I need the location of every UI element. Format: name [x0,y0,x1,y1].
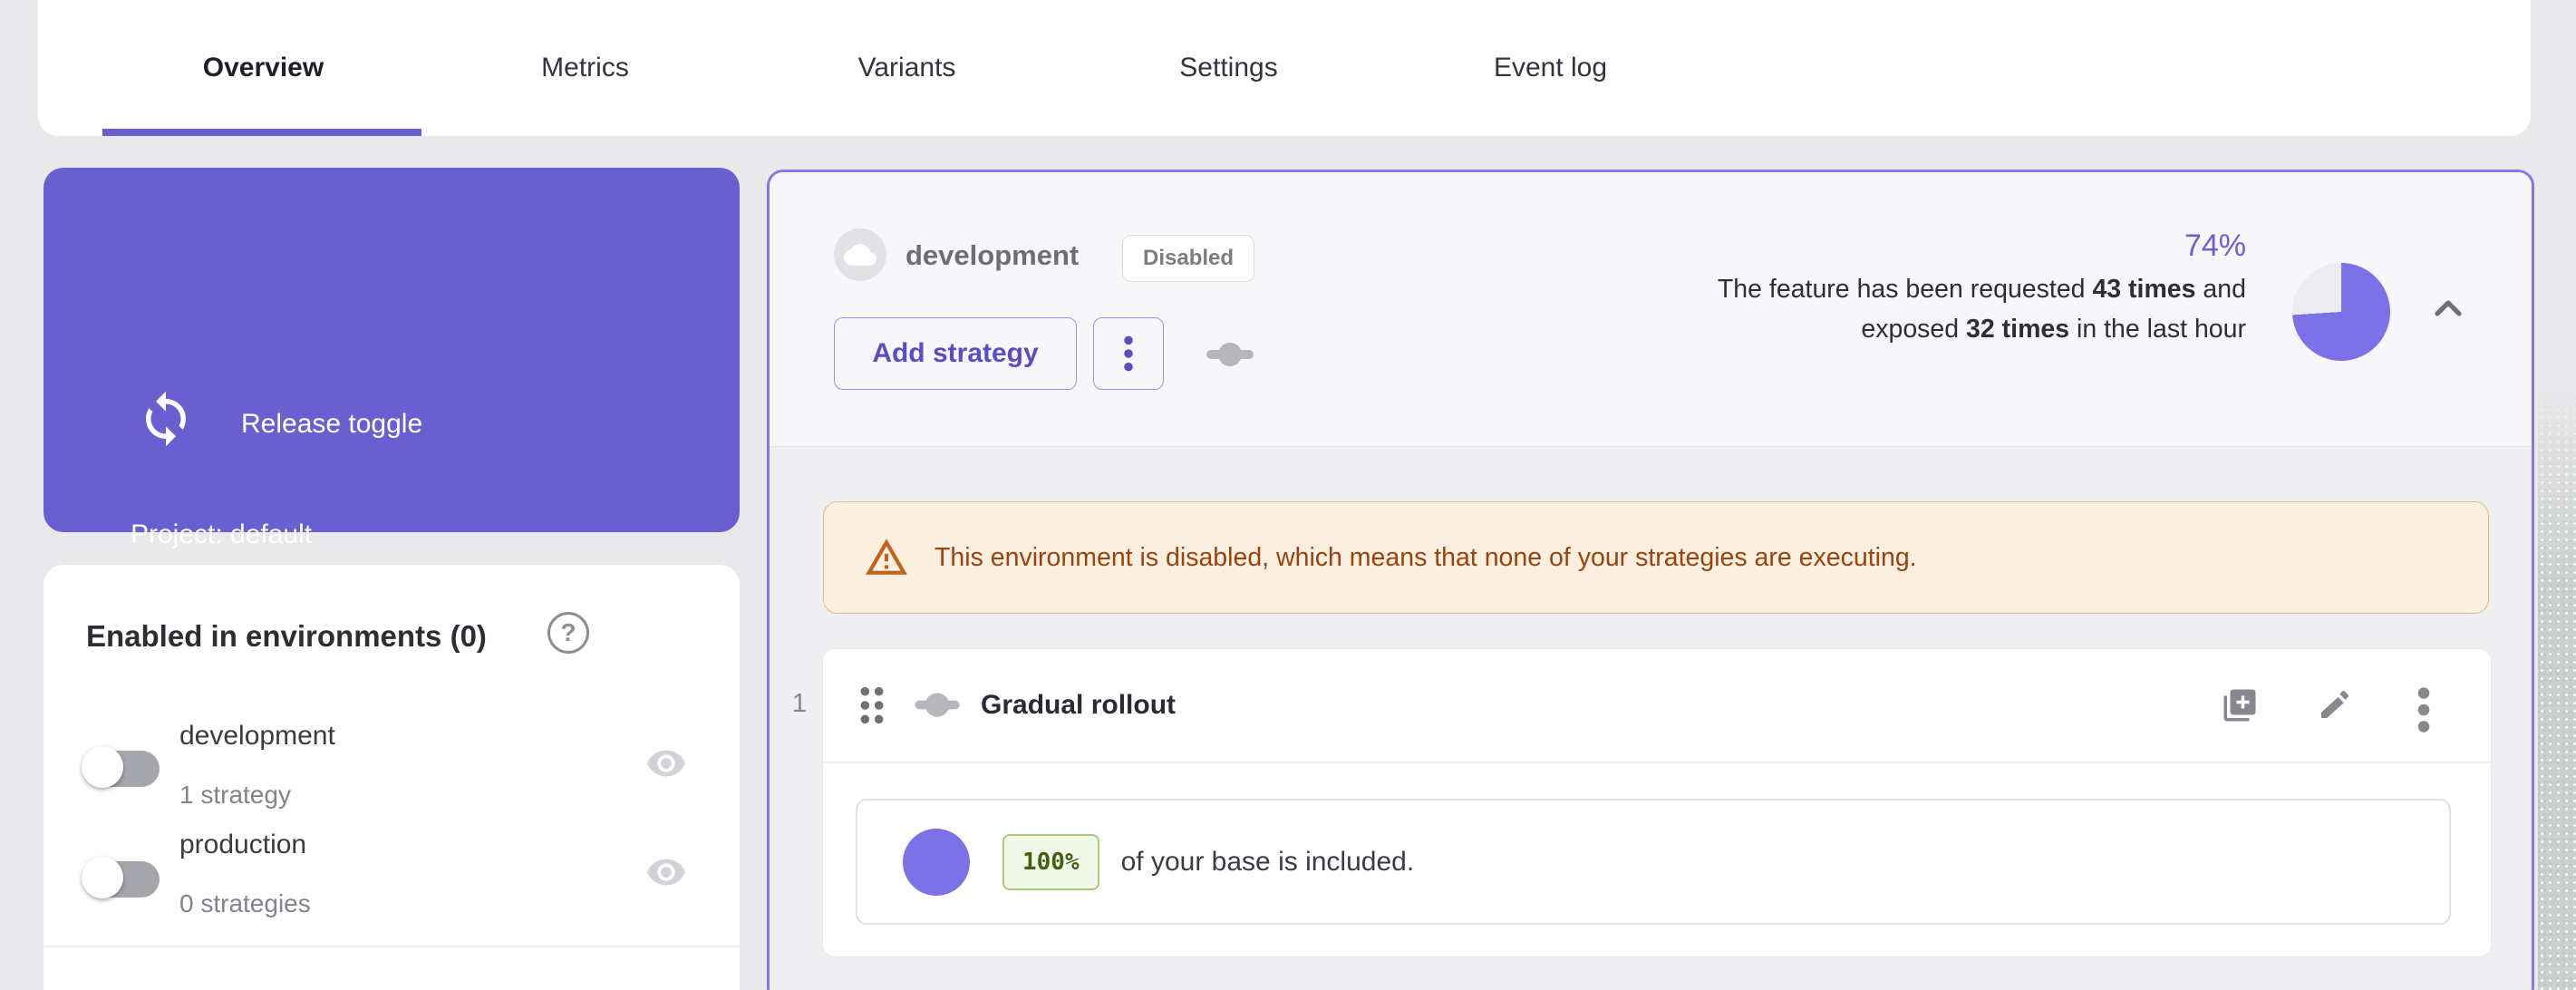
rollout-summary: 100% of your base is included. [856,799,2451,925]
drag-handle-icon[interactable] [854,684,890,726]
tab-settings[interactable]: Settings [1068,0,1390,136]
active-tab-indicator [102,129,421,136]
tab-event-log[interactable]: Event log [1390,0,1711,136]
strategy-card: Gradual rollout [822,648,2492,957]
environment-name-title: development [905,239,1079,272]
feature-toggle-page: Overview Metrics Variants Settings Event… [0,0,2576,990]
collapse-chevron-up-icon[interactable] [2426,286,2470,330]
tab-label: Settings [1179,53,1277,83]
environments-card-title: Enabled in environments (0) [86,619,487,654]
cloud-icon [834,228,886,281]
divider [44,946,740,947]
tab-bar: Overview Metrics Variants Settings Event… [38,0,2531,136]
strategy-more-options-icon[interactable] [2413,686,2451,724]
environment-strategy-count: 1 strategy [179,781,291,810]
toggle-production[interactable] [82,857,160,900]
strategy-header: Gradual rollout [823,649,2491,763]
feature-project-label: Project: default [131,519,312,550]
kebab-icon [1115,334,1142,374]
strategy-name: Gradual rollout [981,690,1176,721]
warning-triangle-icon [864,535,909,580]
copy-strategy-icon[interactable] [2221,686,2259,724]
environment-name: development [179,721,335,752]
status-badge: Disabled [1122,235,1254,282]
warning-text: This environment is disabled, which mean… [935,543,1917,573]
environment-disabled-warning: This environment is disabled, which mean… [823,501,2489,614]
rollout-pie [903,829,970,896]
add-strategy-button[interactable]: Add strategy [834,317,1077,390]
visibility-icon[interactable] [645,851,687,893]
strategy-count-icon [1203,332,1257,377]
feature-type-card: Release toggle Project: default No descr… [44,168,740,532]
tab-label: Overview [203,53,324,83]
toggle-knob [82,857,123,898]
environment-strategy-count: 0 strategies [179,889,311,918]
strategy-actions [2221,686,2451,724]
edit-strategy-icon[interactable] [2317,686,2355,724]
help-icon[interactable]: ? [547,612,589,654]
rollout-percentage-chip: 100% [1002,834,1099,890]
metrics-percentage: 74% [2184,228,2246,264]
strategy-index: 1 [784,689,815,719]
tab-label: Event log [1494,53,1607,83]
tab-overview[interactable]: Overview [102,0,424,136]
environment-name: production [179,830,306,860]
environment-panel: development Disabled Add strategy 74% Th… [767,170,2534,990]
environments-card: Enabled in environments (0) ? developmen… [44,565,740,990]
tab-label: Variants [858,53,956,83]
visibility-icon[interactable] [645,742,687,784]
tab-label: Metrics [541,53,629,83]
toggle-knob [82,746,123,788]
background-texture [2538,381,2576,990]
toggle-development[interactable] [82,746,160,790]
rollout-strategy-icon [912,685,963,725]
environment-header: development Disabled Add strategy 74% Th… [770,172,2532,447]
rollout-description: of your base is included. [1121,847,1415,878]
metrics-pie-chart [2292,263,2390,361]
tab-variants[interactable]: Variants [746,0,1068,136]
metrics-summary: The feature has been requested 43 times … [1657,270,2246,349]
tab-metrics[interactable]: Metrics [424,0,746,136]
environment-more-options-button[interactable] [1093,317,1164,390]
feature-type-label: Release toggle [241,409,422,440]
release-toggle-icon [136,389,196,449]
